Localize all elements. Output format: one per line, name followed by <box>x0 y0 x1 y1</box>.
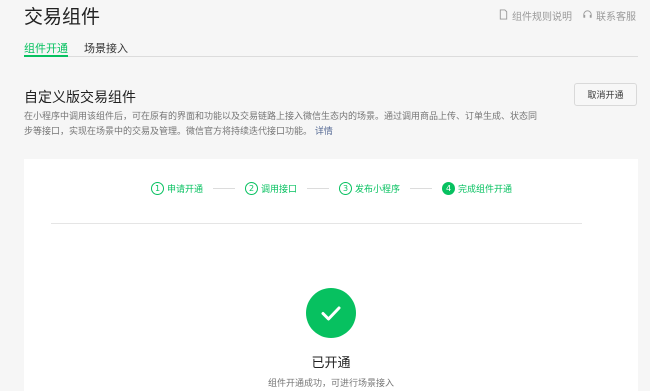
top-links: 组件规则说明 联系客服 <box>498 8 636 23</box>
step-progress: 1 申请开通 2 调用接口 3 发布小程序 4 完成组件开通 <box>151 182 512 195</box>
step-connector <box>213 188 236 189</box>
step-label: 申请开通 <box>167 185 204 195</box>
headset-icon <box>582 9 593 23</box>
step-number: 4 <box>442 182 456 195</box>
tab-component-activation[interactable]: 组件开通 <box>24 40 68 57</box>
rules-link-label: 组件规则说明 <box>512 12 572 23</box>
status-description: 组件开通成功，可进行场景接入 <box>267 379 394 389</box>
success-check-icon <box>306 288 356 338</box>
tab-scene-access[interactable]: 场景接入 <box>84 40 128 57</box>
document-icon <box>498 8 509 23</box>
step-connector <box>307 188 330 189</box>
step-number: 2 <box>245 182 259 195</box>
service-link[interactable]: 联系客服 <box>582 8 636 23</box>
step-complete: 4 完成组件开通 <box>442 182 512 195</box>
rules-link[interactable]: 组件规则说明 <box>498 8 572 23</box>
status-card: 1 申请开通 2 调用接口 3 发布小程序 4 完成组件开通 已开通 组件开通成… <box>24 159 638 391</box>
page-title: 交易组件 <box>24 6 101 28</box>
step-publish: 3 发布小程序 <box>339 182 400 195</box>
status-title: 已开通 <box>311 356 351 371</box>
divider <box>51 223 582 224</box>
description-text: 在小程序中调用该组件后，可在原有的界面和功能以及交易链路上接入微信生态内的场景。… <box>24 112 538 137</box>
step-number: 3 <box>339 182 353 195</box>
step-label: 调用接口 <box>261 185 298 195</box>
step-connector <box>410 188 433 189</box>
section-description: 在小程序中调用该组件后，可在原有的界面和功能以及交易链路上接入微信生态内的场景。… <box>24 110 544 140</box>
step-label: 完成组件开通 <box>458 185 513 195</box>
section-title: 自定义版交易组件 <box>24 90 136 106</box>
tab-bar: 组件开通 场景接入 <box>24 40 638 57</box>
step-label: 发布小程序 <box>355 185 401 195</box>
step-call-api: 2 调用接口 <box>245 182 297 195</box>
step-apply: 1 申请开通 <box>151 182 203 195</box>
step-number: 1 <box>151 182 164 195</box>
detail-link[interactable]: 详情 <box>315 127 333 137</box>
service-link-label: 联系客服 <box>596 12 636 23</box>
cancel-activation-button[interactable]: 取消开通 <box>574 83 637 106</box>
